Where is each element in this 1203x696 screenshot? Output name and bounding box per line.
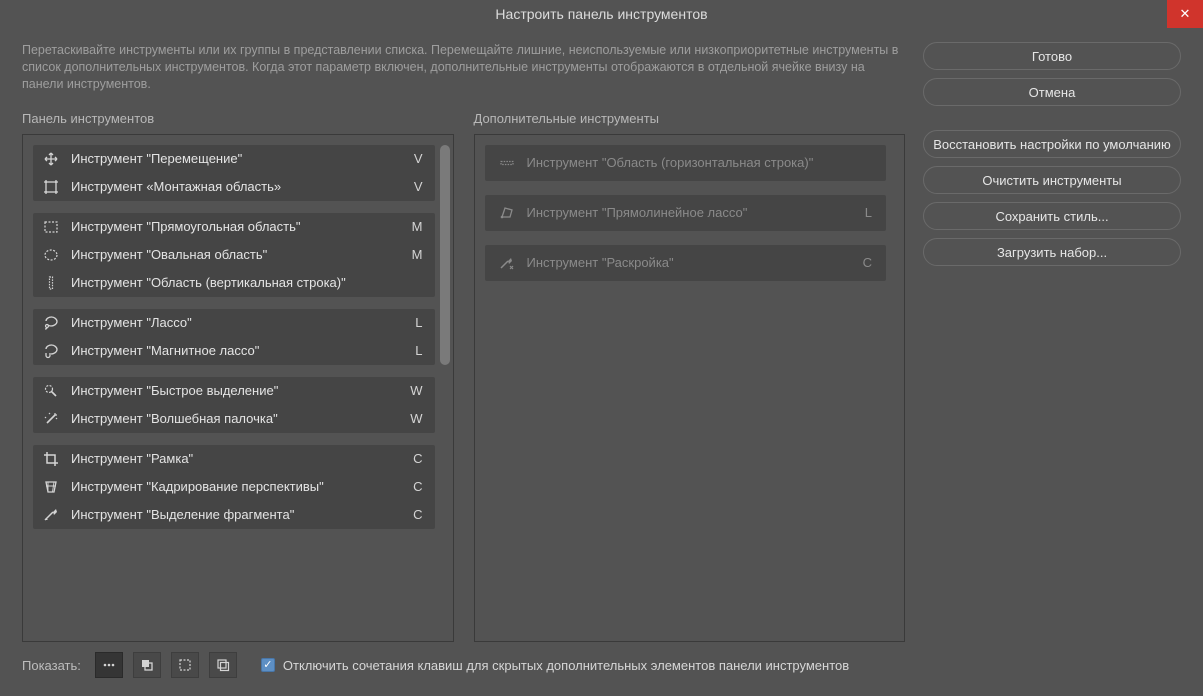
tool-label: Инструмент "Прямолинейное лассо" [527,205,865,220]
done-button[interactable]: Готово [923,42,1181,70]
poly-lasso-icon [499,205,515,221]
tool-label: Инструмент "Область (горизонтальная стро… [527,155,873,170]
magnetic-lasso-icon [43,343,59,359]
close-button[interactable]: ✕ [1167,0,1203,28]
tool-label: Инструмент "Лассо" [71,315,415,330]
checkbox-icon: ✓ [261,658,275,672]
load-set-button[interactable]: Загрузить набор... [923,238,1181,266]
tool-row[interactable]: Инструмент "Овальная область"M [33,241,435,269]
move-icon [43,151,59,167]
tool-shortcut: M [412,219,423,234]
tool-label: Инструмент "Область (вертикальная строка… [71,275,423,290]
row-marquee-icon [499,155,515,171]
tool-row[interactable]: Инструмент "Прямолинейное лассо"L [485,195,887,231]
tool-shortcut: C [413,507,422,522]
tool-row[interactable]: Инструмент "Область (горизонтальная стро… [485,145,887,181]
tool-shortcut: C [863,255,872,270]
marquee-icon [178,658,192,672]
tool-row[interactable]: Инструмент "Магнитное лассо"L [33,337,435,365]
tool-row[interactable]: Инструмент "Лассо"L [33,309,435,337]
tool-row[interactable]: Инструмент "Перемещение"V [33,145,435,173]
tool-row[interactable]: Инструмент "Рамка"C [33,445,435,473]
show-label: Показать: [22,658,81,673]
tool-label: Инструмент "Волшебная палочка" [71,411,410,426]
tool-row[interactable]: Инструмент "Прямоугольная область"M [33,213,435,241]
tool-shortcut: L [415,315,422,330]
description-text: Перетаскивайте инструменты или их группы… [22,42,905,93]
col-marquee-icon [43,275,59,291]
window-title: Настроить панель инструментов [495,6,707,22]
overlap-icon [140,658,154,672]
disable-shortcuts-checkbox[interactable]: ✓ Отключить сочетания клавиш для скрытых… [261,658,849,673]
tool-group[interactable]: Инструмент "Лассо"LИнструмент "Магнитное… [33,309,435,365]
tool-group[interactable]: Инструмент "Прямоугольная область"MИнстр… [33,213,435,297]
title-bar: Настроить панель инструментов ✕ [0,0,1203,28]
tool-label: Инструмент "Кадрирование перспективы" [71,479,413,494]
extra-column-title: Дополнительные инструменты [474,111,906,126]
tool-group[interactable]: Инструмент "Область (горизонтальная стро… [485,145,887,181]
tool-row[interactable]: Инструмент "Кадрирование перспективы"C [33,473,435,501]
crop-icon [43,451,59,467]
tool-group[interactable]: Инструмент "Раскройка"C [485,245,887,281]
toolbar-column-title: Панель инструментов [22,111,454,126]
extra-list: Инструмент "Область (горизонтальная стро… [474,134,906,642]
checkbox-label: Отключить сочетания клавиш для скрытых д… [283,658,849,673]
tool-shortcut: C [413,451,422,466]
show-mode-stack-button[interactable] [209,652,237,678]
tool-label: Инструмент "Овальная область" [71,247,412,262]
toolbar-scrollbar[interactable] [440,145,450,365]
magic-wand-icon [43,411,59,427]
tool-shortcut: C [413,479,422,494]
tool-group[interactable]: Инструмент "Прямолинейное лассо"L [485,195,887,231]
tool-shortcut: V [414,151,423,166]
tool-row[interactable]: Инструмент "Выделение фрагмента"C [33,501,435,529]
tool-label: Инструмент "Раскройка" [527,255,863,270]
tool-row[interactable]: Инструмент "Раскройка"C [485,245,887,281]
lasso-icon [43,315,59,331]
dots-icon [102,658,116,672]
show-mode-dots-button[interactable] [95,652,123,678]
tool-group[interactable]: Инструмент "Рамка"CИнструмент "Кадрирова… [33,445,435,529]
tool-label: Инструмент "Перемещение" [71,151,414,166]
tool-row[interactable]: Инструмент "Волшебная палочка"W [33,405,435,433]
tool-row[interactable]: Инструмент «Монтажная область»V [33,173,435,201]
tool-label: Инструмент "Выделение фрагмента" [71,507,413,522]
restore-defaults-button[interactable]: Восстановить настройки по умолчанию [923,130,1181,158]
clear-tools-button[interactable]: Очистить инструменты [923,166,1181,194]
close-icon: ✕ [1180,6,1191,22]
tool-shortcut: W [410,383,422,398]
tool-shortcut: W [410,411,422,426]
tool-label: Инструмент "Быстрое выделение" [71,383,410,398]
show-mode-overlap-button[interactable] [133,652,161,678]
tool-row[interactable]: Инструмент "Быстрое выделение"W [33,377,435,405]
ellipse-marquee-icon [43,247,59,263]
tool-shortcut: L [865,205,872,220]
tool-shortcut: M [412,247,423,262]
tool-label: Инструмент "Рамка" [71,451,413,466]
tool-label: Инструмент «Монтажная область» [71,179,414,194]
show-mode-marquee-button[interactable] [171,652,199,678]
toolbar-list: Инструмент "Перемещение"VИнструмент «Мон… [22,134,454,642]
save-style-button[interactable]: Сохранить стиль... [923,202,1181,230]
quick-select-icon [43,383,59,399]
slice-select-icon [499,255,515,271]
tool-shortcut: V [414,179,423,194]
slice-icon [43,507,59,523]
stack-icon [216,658,230,672]
footer: Показать: ✓ Отключить сочетания клавиш д… [0,642,1203,688]
tool-group[interactable]: Инструмент "Быстрое выделение"WИнструмен… [33,377,435,433]
perspective-crop-icon [43,479,59,495]
tool-label: Инструмент "Прямоугольная область" [71,219,412,234]
rect-marquee-icon [43,219,59,235]
cancel-button[interactable]: Отмена [923,78,1181,106]
artboard-icon [43,179,59,195]
tool-group[interactable]: Инструмент "Перемещение"VИнструмент «Мон… [33,145,435,201]
tool-row[interactable]: Инструмент "Область (вертикальная строка… [33,269,435,297]
tool-label: Инструмент "Магнитное лассо" [71,343,415,358]
tool-shortcut: L [415,343,422,358]
